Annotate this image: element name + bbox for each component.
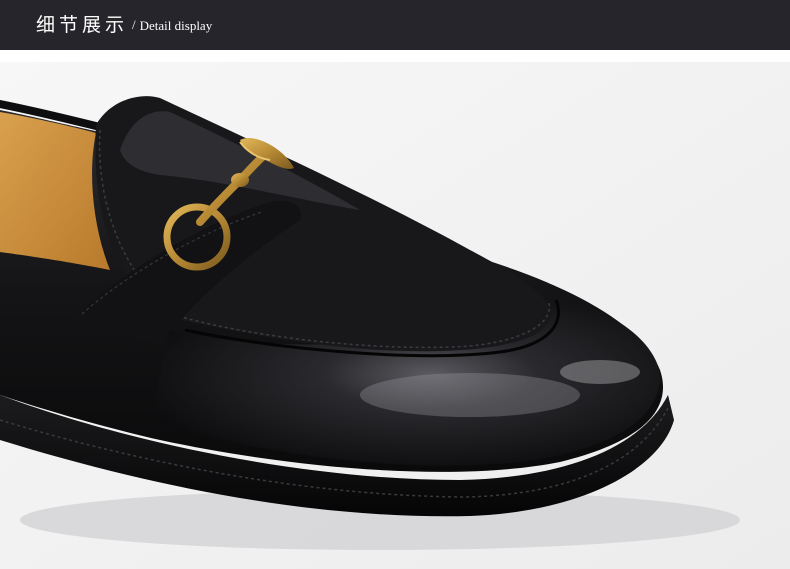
loafer-detail-photo xyxy=(0,62,790,569)
toe-highlight xyxy=(560,360,640,384)
section-title-en: Detail display xyxy=(139,17,213,33)
toe-reflection xyxy=(360,373,580,417)
section-header-bar: 细节展示 / Detail display xyxy=(0,0,790,50)
header-gap xyxy=(0,50,790,62)
title-separator: / xyxy=(132,17,136,32)
buckle-knot xyxy=(231,173,249,187)
detail-display-page: 细节展示 / Detail display xyxy=(0,0,790,569)
section-title-zh: 细节展示 xyxy=(36,13,129,36)
